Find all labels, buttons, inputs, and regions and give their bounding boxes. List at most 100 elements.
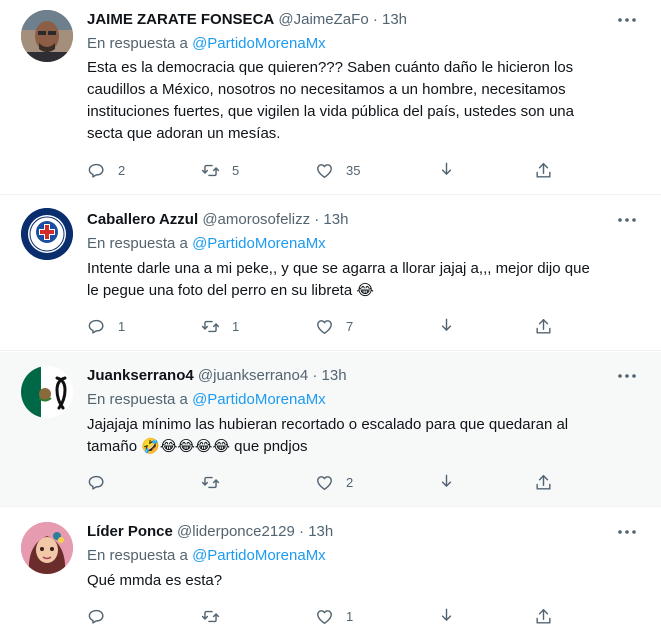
tweet[interactable]: Juankserrano4 @juankserrano4 · 13h En re… [0,352,661,507]
separator: · [312,367,318,384]
reply-icon [87,317,106,336]
retweet-icon [201,317,220,336]
avatar[interactable] [21,366,73,418]
share-button[interactable] [534,606,553,626]
like-button[interactable]: 2 [315,472,353,492]
like-count: 35 [346,162,361,178]
timestamp[interactable]: 13h [323,211,348,228]
retweet-button[interactable] [201,472,220,492]
retweet-button[interactable]: 5 [201,160,239,180]
text-line: Qué mmda es esta? [87,572,223,589]
tweet-text: Esta es la democracia que quieren??? Sab… [87,57,647,145]
download-button[interactable] [437,316,456,336]
timestamp[interactable]: 13h [382,11,407,28]
text-line: Esta es la democracia que quieren??? Sab… [87,59,574,76]
tweet[interactable]: Líder Ponce @liderponce2129 · 13h En res… [0,508,661,633]
like-count: 1 [346,608,354,624]
retweet-icon [201,161,220,180]
share-icon [534,161,553,180]
timestamp[interactable]: 13h [322,367,347,384]
tweet-header: Líder Ponce @liderponce2129 · 13h [87,522,333,542]
cruz-azul-crest-avatar-icon [21,208,73,260]
more-icon[interactable] [615,210,639,230]
tweet[interactable]: Caballero Azzul @amorosofelizz · 13h En … [0,196,661,351]
retweet-button[interactable] [201,606,220,626]
reply-prefix: En respuesta a [87,235,188,252]
download-icon [437,161,456,180]
like-button[interactable]: 35 [315,160,360,180]
mention-link[interactable]: @PartidoMorenaMx [192,235,326,252]
like-button[interactable]: 7 [315,316,353,336]
separator: · [372,11,378,28]
author-name[interactable]: Juankserrano4 [87,367,194,384]
share-icon [534,317,553,336]
separator: · [299,523,305,540]
more-icon[interactable] [615,10,639,30]
text-line: secta que adoran un mesías. [87,125,281,142]
author-name[interactable]: Líder Ponce [87,523,173,540]
separator: · [314,211,320,228]
more-icon[interactable] [615,522,639,542]
reply-prefix: En respuesta a [87,35,188,52]
share-icon [534,473,553,492]
reply-prefix: En respuesta a [87,547,188,564]
reply-context: En respuesta a @PartidoMorenaMx [87,390,326,410]
like-count: 7 [346,318,354,334]
reply-context: En respuesta a @PartidoMorenaMx [87,234,326,254]
like-icon [315,161,334,180]
download-button[interactable] [437,606,456,626]
author-name[interactable]: Caballero Azzul [87,211,198,228]
download-icon [437,473,456,492]
tweet-text: Qué mmda es esta? [87,570,647,592]
reply-count: 2 [118,162,126,178]
reply-icon [87,161,106,180]
reply-button[interactable] [87,606,106,626]
reply-button[interactable] [87,472,106,492]
share-button[interactable] [534,160,553,180]
like-count: 2 [346,474,354,490]
tweet[interactable]: JAIME ZARATE FONSECA @JaimeZaFo · 13h En… [0,0,661,195]
download-button[interactable] [437,472,456,492]
retweet-button[interactable]: 1 [201,316,239,336]
author-handle[interactable]: @liderponce2129 [177,523,295,540]
mention-link[interactable]: @PartidoMorenaMx [192,391,326,408]
retweet-icon [201,473,220,492]
avatar[interactable] [21,10,73,62]
reply-icon [87,607,106,626]
reply-button[interactable]: 1 [87,316,125,336]
text-line: Intente darle una a mi peke,, y que se a… [87,260,590,277]
reply-count: 1 [118,318,126,334]
share-icon [534,607,553,626]
like-icon [315,607,334,626]
reply-context: En respuesta a @PartidoMorenaMx [87,34,326,54]
like-icon [315,473,334,492]
like-button[interactable]: 1 [315,606,353,626]
author-handle[interactable]: @JaimeZaFo [278,11,368,28]
mention-link[interactable]: @PartidoMorenaMx [192,35,326,52]
avatar[interactable] [21,522,73,574]
author-handle[interactable]: @amorosofelizz [202,211,310,228]
tweet-text: Jajajaja mínimo las hubieran recortado o… [87,414,647,458]
mention-link[interactable]: @PartidoMorenaMx [192,547,326,564]
timestamp[interactable]: 13h [308,523,333,540]
tweet-header: JAIME ZARATE FONSECA @JaimeZaFo · 13h [87,10,407,30]
avatar[interactable] [21,208,73,260]
tweet-header: Caballero Azzul @amorosofelizz · 13h [87,210,348,230]
man-photo-avatar-icon [21,10,73,62]
reply-icon [87,473,106,492]
tweet-text: Intente darle una a mi peke,, y que se a… [87,258,647,302]
author-handle[interactable]: @juankserrano4 [198,367,308,384]
share-button[interactable] [534,316,553,336]
action-bar: 2 5 35 [87,160,567,180]
share-button[interactable] [534,472,553,492]
reply-button[interactable]: 2 [87,160,125,180]
more-icon[interactable] [615,366,639,386]
download-icon [437,317,456,336]
author-name[interactable]: JAIME ZARATE FONSECA [87,11,274,28]
reply-prefix: En respuesta a [87,391,188,408]
text-line: Jajajaja mínimo las hubieran recortado o… [87,416,569,433]
action-bar: 1 1 7 [87,316,567,336]
download-button[interactable] [437,160,456,180]
text-line: instituciones fuertes, que vigilen la vi… [87,103,574,120]
reply-context: En respuesta a @PartidoMorenaMx [87,546,326,566]
